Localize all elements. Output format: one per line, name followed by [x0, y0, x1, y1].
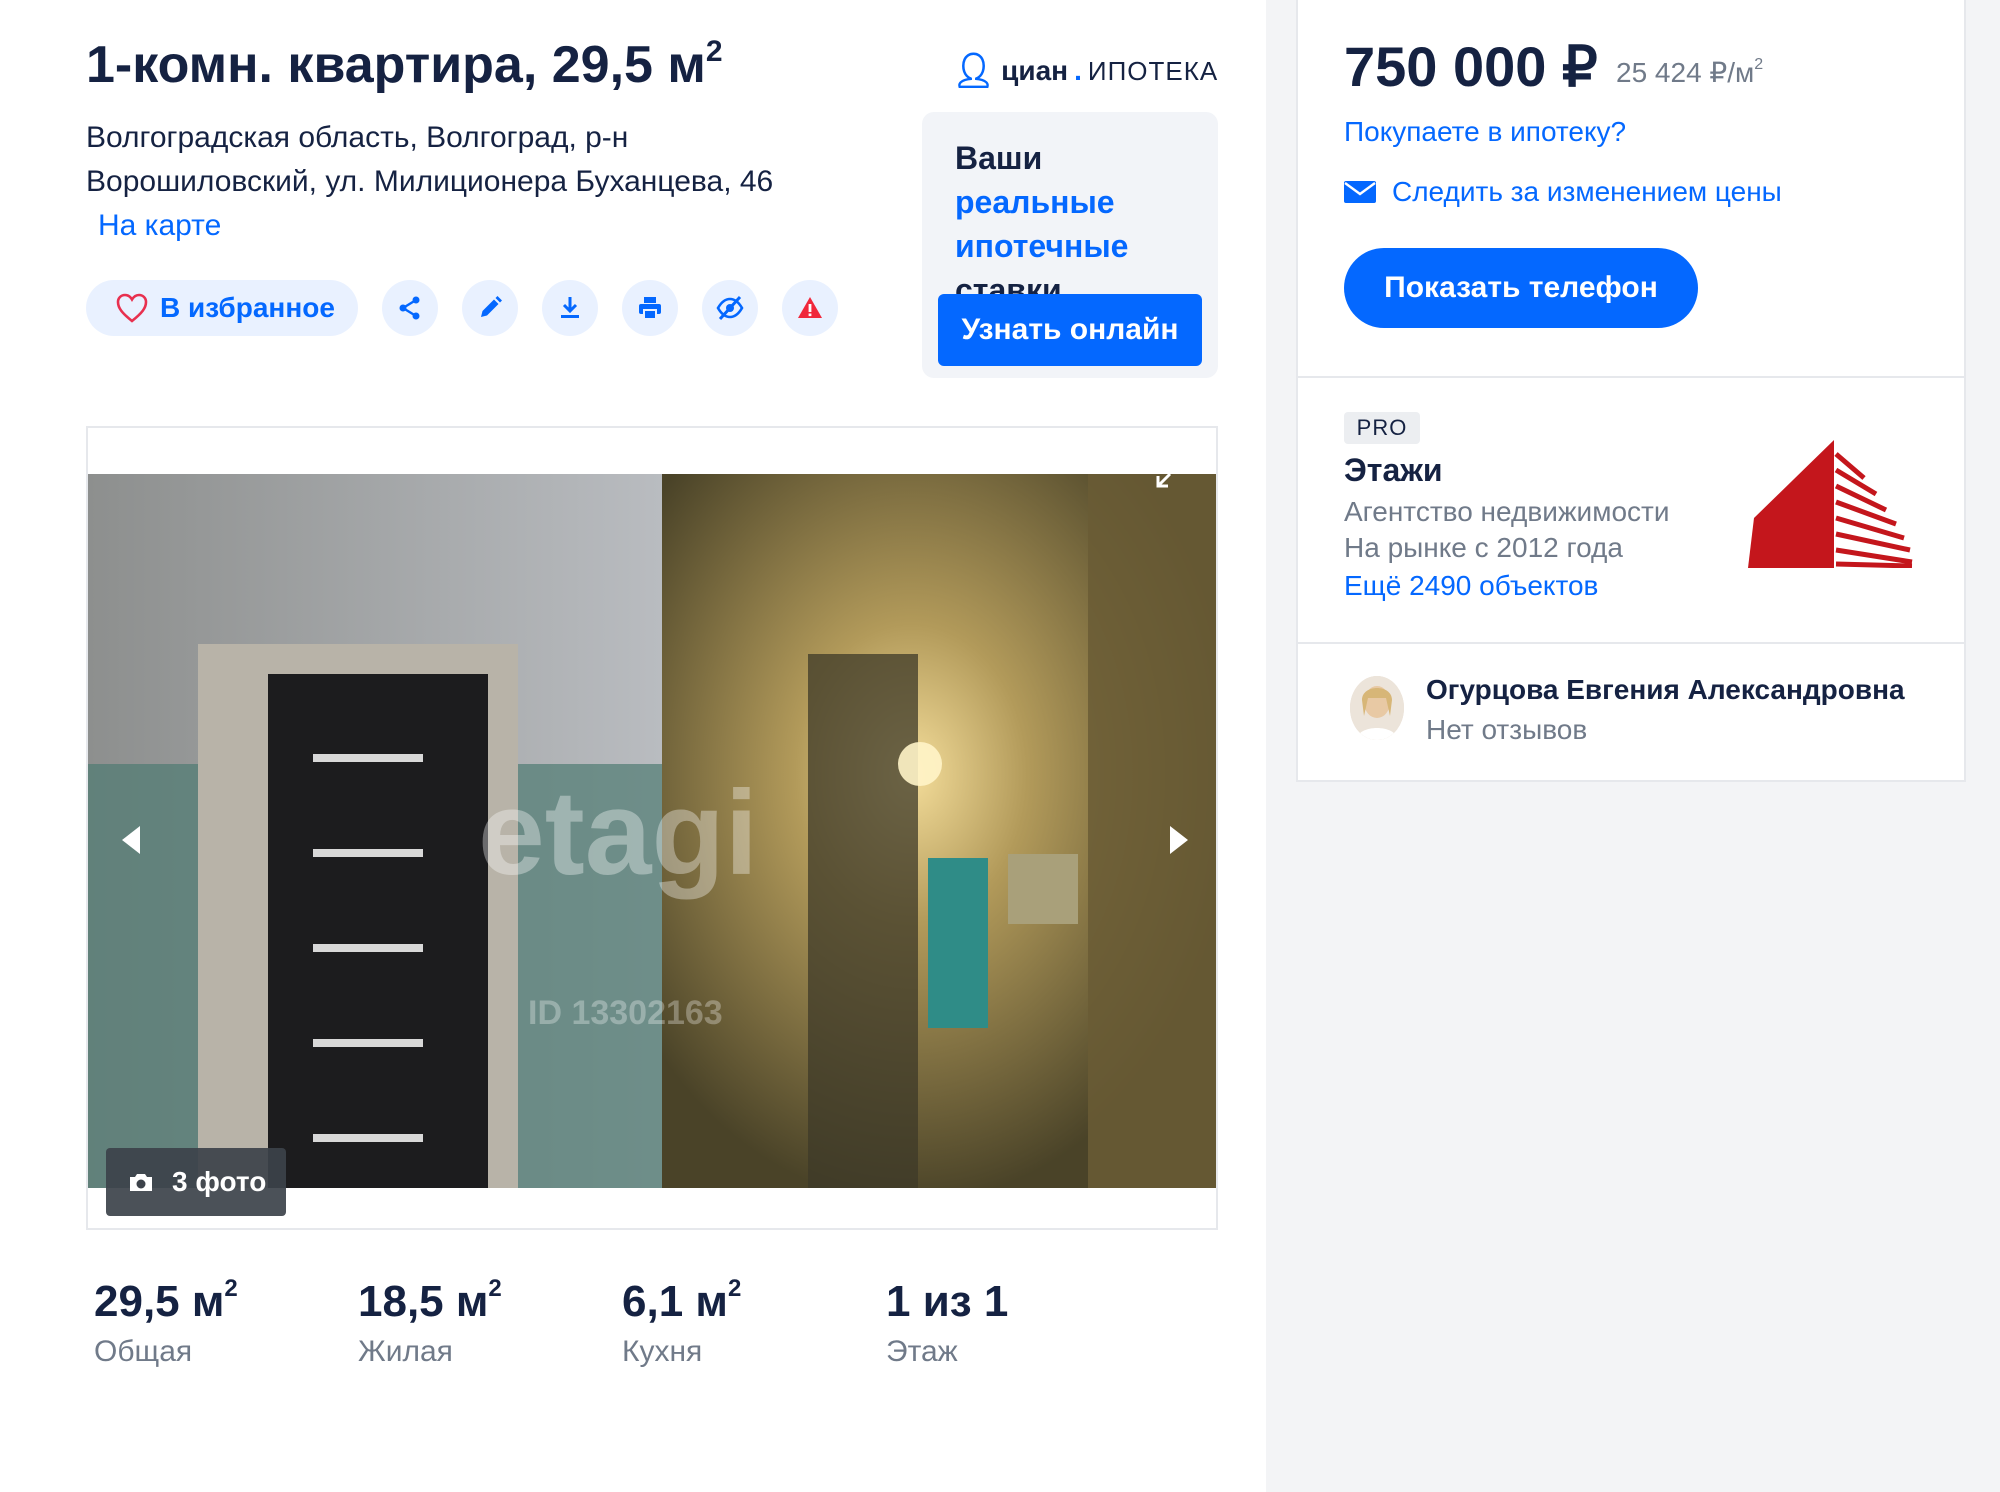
pro-badge: PRO: [1344, 412, 1420, 444]
show-phone-button[interactable]: Показать телефон: [1344, 248, 1698, 328]
stat-total-area: 29,5 м2 Общая: [94, 1275, 238, 1368]
favorite-label: В избранное: [160, 292, 335, 323]
photo-image: etagi ID 13302163: [88, 474, 1216, 1188]
favorite-button[interactable]: В избранное: [86, 280, 358, 336]
agent-reviews: Нет отзывов: [1426, 714, 1588, 745]
logo-dot: .: [1074, 55, 1082, 86]
agent-avatar[interactable]: [1350, 676, 1404, 740]
agency-since: На рынке с 2012 года: [1344, 532, 1623, 563]
watermark-id: ID 13302163: [528, 994, 723, 1032]
hide-button[interactable]: [702, 280, 758, 336]
ad-text: Ваши реальные ипотечные ставки: [955, 136, 1205, 312]
mortgage-link[interactable]: Покупаете в ипотеку?: [1344, 116, 1626, 148]
prev-photo-icon[interactable]: [112, 820, 152, 860]
stat-living-area: 18,5 м2 Жилая: [358, 1275, 502, 1368]
agency-type: Агентство недвижимости: [1344, 496, 1670, 527]
agency-more-link[interactable]: Ещё 2490 объектов: [1344, 570, 1598, 602]
print-icon: [639, 297, 661, 320]
agency-logo[interactable]: [1744, 438, 1914, 568]
ad-text-1: Ваши: [955, 140, 1043, 176]
stat-kitchen-area: 6,1 м2 Кухня: [622, 1275, 742, 1368]
report-button[interactable]: [782, 280, 838, 336]
learn-online-button[interactable]: Узнать онлайн: [938, 294, 1202, 366]
price: 750 000 ₽: [1344, 35, 1598, 98]
agent-name[interactable]: Огурцова Евгения Александровна: [1426, 674, 1905, 706]
hide-icon: [716, 295, 744, 321]
expand-icon[interactable]: [1152, 452, 1192, 492]
page-title: 1-комн. квартира, 29,5 м2: [86, 35, 723, 94]
print-button[interactable]: [622, 280, 678, 336]
watch-price-link[interactable]: Следить за изменением цены: [1344, 176, 1782, 208]
share-icon: [399, 296, 420, 320]
photo-count-badge[interactable]: 3 фото: [106, 1148, 286, 1216]
watch-price-label: Следить за изменением цены: [1392, 176, 1782, 207]
download-button[interactable]: [542, 280, 598, 336]
address: Волгоградская область, Волгоград, р-н Во…: [86, 116, 806, 248]
watermark-text: etagi: [478, 766, 758, 900]
map-link[interactable]: На карте: [98, 209, 221, 242]
ad-text-accent: реальные ипотечные: [955, 184, 1129, 264]
address-text: Волгоградская область, Волгоград, р-н Во…: [86, 121, 774, 198]
edit-icon: [481, 296, 502, 317]
cian-mortgage-logo: 👤︎ циан. ипотека: [952, 48, 1218, 94]
price-per-meter: 25 424 ₽/м2: [1616, 56, 1764, 88]
heart-icon: [116, 293, 148, 323]
share-button[interactable]: [382, 280, 438, 336]
agency-name[interactable]: Этажи: [1344, 452, 1443, 489]
warning-icon: [798, 297, 822, 318]
next-photo-icon[interactable]: [1158, 820, 1198, 860]
mail-icon: [1344, 181, 1376, 203]
logo-brand: циан: [1001, 55, 1069, 86]
listing-photo[interactable]: etagi ID 13302163: [88, 474, 1216, 1188]
edit-button[interactable]: [462, 280, 518, 336]
cian-logo-icon: 👤︎: [952, 52, 996, 90]
camera-icon: [130, 1174, 152, 1191]
photo-count-label: 3 фото: [172, 1166, 267, 1197]
stat-floor: 1 из 1 Этаж: [886, 1277, 1009, 1368]
download-icon: [561, 297, 579, 318]
logo-suffix: ипотека: [1087, 55, 1219, 86]
